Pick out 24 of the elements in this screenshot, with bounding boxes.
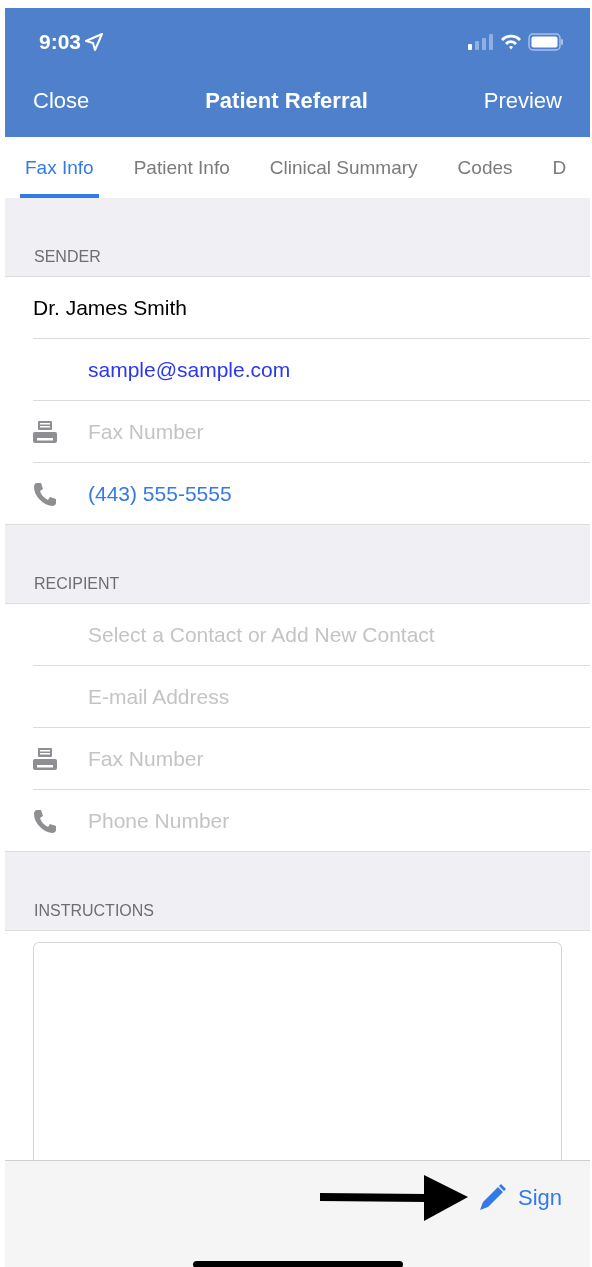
- phone-icon: [33, 808, 57, 833]
- phone-icon: [33, 481, 57, 506]
- section-header: RECIPIENT: [34, 575, 120, 593]
- section-header: INSTRUCTIONS: [34, 902, 154, 920]
- fax-icon: [33, 747, 57, 770]
- sign-button[interactable]: Sign: [477, 1184, 562, 1212]
- tab[interactable]: Codes: [452, 137, 518, 198]
- tab[interactable]: Patient Info: [128, 137, 235, 198]
- wifi-icon: [500, 33, 522, 50]
- pen-icon: [477, 1184, 506, 1212]
- preview-button[interactable]: Preview: [483, 88, 562, 114]
- tab[interactable]: Clinical Summary: [264, 137, 423, 198]
- section-header: SENDER: [34, 248, 101, 266]
- location-arrow-icon: [85, 32, 104, 51]
- screen-title: Patient Referral: [205, 88, 368, 114]
- battery-icon: [528, 32, 564, 51]
- close-button[interactable]: Close: [33, 88, 90, 114]
- sender-name: Dr. James Smith: [33, 295, 188, 320]
- fax-icon: [33, 420, 57, 443]
- clock: 9:03: [39, 29, 82, 54]
- field-value[interactable]: (443) 555-5555: [88, 481, 232, 506]
- field-value[interactable]: sample@sample.com: [88, 357, 291, 382]
- signal-icon: [468, 33, 494, 50]
- tab[interactable]: D: [547, 137, 572, 198]
